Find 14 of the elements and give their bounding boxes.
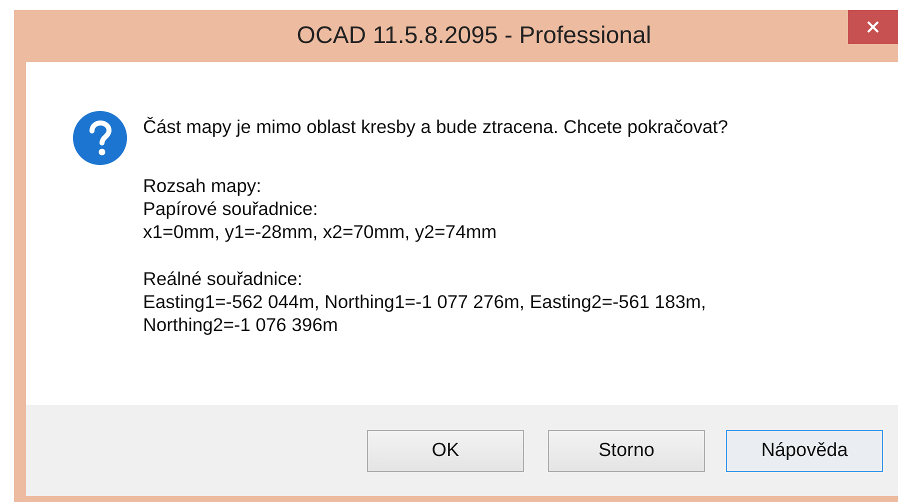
detail-text: Reálné souřadnice: — [143, 267, 304, 290]
window-title: OCAD 11.5.8.2095 - Professional — [296, 22, 652, 50]
detail-text: x1=0mm, y1=-28mm, x2=70mm, y2=74mm — [143, 220, 498, 243]
dialog-button[interactable]: OK — [367, 430, 524, 472]
message-text: Část mapy je mimo oblast kresby a bude ztracena. Chcete pokračovat? — [143, 116, 728, 138]
close-icon — [866, 20, 880, 34]
dialog-button[interactable]: Nápověda — [726, 430, 883, 472]
close-button[interactable] — [848, 10, 898, 44]
detail-text: Rozsah mapy: — [143, 174, 262, 197]
detail-text: Northing2=-1 076 396m — [143, 313, 339, 336]
dialog-button[interactable]: Storno — [548, 430, 705, 472]
detail-text: Easting1=-562 044m, Northing1=-1 077 276m, Easting2=-561 183m, — [143, 290, 708, 313]
question-icon — [72, 110, 128, 166]
detail-text: Papírové souřadnice: — [143, 197, 319, 220]
